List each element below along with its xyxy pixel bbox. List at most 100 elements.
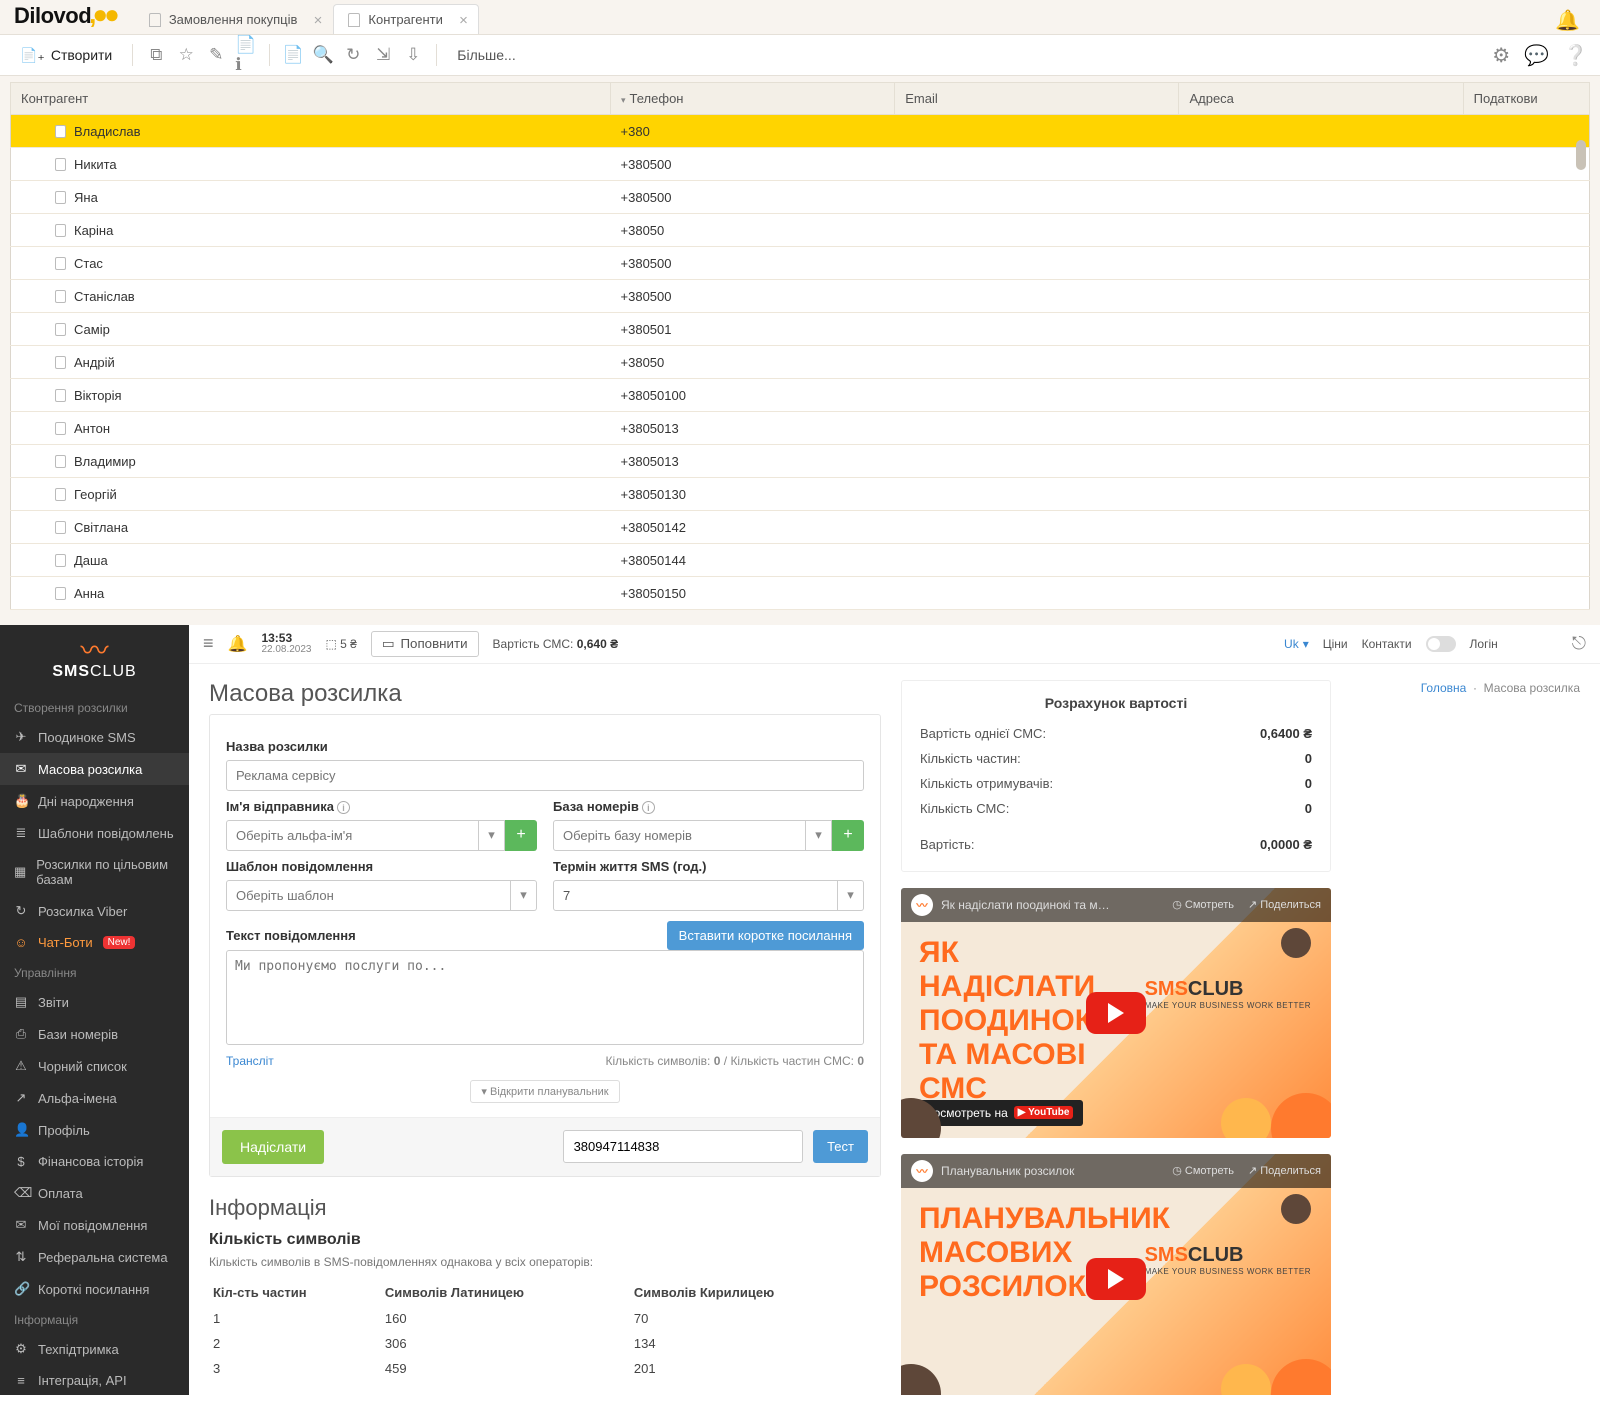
topup-button[interactable]: ▭Поповнити xyxy=(371,631,479,657)
sender-select[interactable]: ▾ + xyxy=(226,820,537,851)
col-address[interactable]: Адреса xyxy=(1179,83,1463,115)
lang-selector[interactable]: Uk▾ xyxy=(1284,637,1309,651)
sidebar-item[interactable]: 👤Профіль xyxy=(0,1114,189,1146)
table-row[interactable]: Самір+380501 xyxy=(11,313,1590,346)
logout-icon[interactable]: ⎋ xyxy=(1572,633,1586,654)
template-select[interactable]: ▾ xyxy=(226,880,537,911)
sidebar-item[interactable]: 🎂Дні народження xyxy=(0,785,189,817)
table-row[interactable]: Каріна+38050 xyxy=(11,214,1590,247)
template-input[interactable] xyxy=(226,880,511,911)
close-icon[interactable]: × xyxy=(314,12,323,29)
chevron-down-icon[interactable]: ▾ xyxy=(479,820,505,851)
help-icon[interactable]: ❔ xyxy=(1563,43,1588,68)
col-tax[interactable]: Податкови xyxy=(1463,83,1589,115)
sidebar-item[interactable]: $Фінансова історія xyxy=(0,1146,189,1177)
chevron-down-icon[interactable]: ▾ xyxy=(806,820,832,851)
table-row[interactable]: Андрій+38050 xyxy=(11,346,1590,379)
ttl-input[interactable] xyxy=(553,880,838,911)
insert-short-link-button[interactable]: Вставити коротке посилання xyxy=(667,921,864,950)
table-row[interactable]: Никита+380500 xyxy=(11,148,1590,181)
ttl-select[interactable]: ▾ xyxy=(553,880,864,911)
base-input[interactable] xyxy=(553,820,806,851)
edit-icon[interactable]: ✎ xyxy=(205,44,227,66)
prices-link[interactable]: Ціни xyxy=(1323,637,1348,651)
doc-search-icon[interactable]: 📄 xyxy=(282,44,304,66)
table-row[interactable]: Анна+38050150 xyxy=(11,577,1590,610)
export-icon[interactable]: ⇲ xyxy=(372,44,394,66)
sidebar-item[interactable]: ⚠Чорний список xyxy=(0,1050,189,1082)
table-row[interactable]: Владимир+3805013 xyxy=(11,445,1590,478)
share-icon[interactable]: ↗ Поделиться xyxy=(1248,1164,1321,1177)
bell-icon[interactable]: 🔔 xyxy=(228,634,248,654)
col-email[interactable]: Email xyxy=(895,83,1179,115)
settings-doc-icon[interactable]: 📄ℹ xyxy=(235,44,257,66)
vertical-scrollbar[interactable] xyxy=(1576,140,1586,170)
sender-input[interactable] xyxy=(226,820,479,851)
table-row[interactable]: Яна+380500 xyxy=(11,181,1590,214)
copy-icon[interactable]: ⧉ xyxy=(145,44,167,66)
more-button[interactable]: Більше... xyxy=(457,47,515,63)
send-button[interactable]: Надіслати xyxy=(222,1130,324,1164)
close-icon[interactable]: × xyxy=(459,12,468,29)
table-row[interactable]: Стас+380500 xyxy=(11,247,1590,280)
sidebar-item[interactable]: ⚙Техпідтримка xyxy=(0,1333,189,1365)
sidebar-item[interactable]: ⇅Реферальна система xyxy=(0,1241,189,1273)
sidebar-item[interactable]: ▦Розсилки по цільовим базам xyxy=(0,849,189,895)
sidebar-item[interactable]: ▤Звіти xyxy=(0,986,189,1018)
sidebar-item[interactable]: ≣Шаблони повідомлень xyxy=(0,817,189,849)
sidebar-item[interactable]: ↻Розсилка Viber xyxy=(0,895,189,927)
play-icon[interactable] xyxy=(1086,1258,1146,1300)
contractors-table[interactable]: Контрагент Телефон Email Адреса Податков… xyxy=(10,82,1590,610)
search-icon[interactable]: 🔍 xyxy=(312,44,334,66)
download-icon[interactable]: ⇩ xyxy=(402,44,424,66)
bell-icon[interactable]: 🔔 xyxy=(1555,8,1580,33)
video-tutorial-2[interactable]: 〰 Планувальник розсилок ◷ Смотреть ↗ Под… xyxy=(901,1154,1331,1395)
sidebar-item[interactable]: ✈Поодиноке SMS xyxy=(0,721,189,753)
table-row[interactable]: Антон+3805013 xyxy=(11,412,1590,445)
mailing-name-input[interactable] xyxy=(226,760,864,791)
sidebar-item[interactable]: ✉Масова розсилка xyxy=(0,753,189,785)
sliders-icon[interactable]: ⚙ xyxy=(1492,43,1510,68)
test-number-input[interactable] xyxy=(563,1130,804,1163)
base-select[interactable]: ▾ + xyxy=(553,820,864,851)
login-link[interactable]: Логін xyxy=(1470,637,1498,651)
sidebar-item[interactable]: ☺Чат-БотиNew! xyxy=(0,927,189,958)
sidebar-item[interactable]: ≡Інтеграція, API xyxy=(0,1365,189,1395)
table-row[interactable]: Вікторія+38050100 xyxy=(11,379,1590,412)
sidebar-item[interactable]: ✉Мої повідомлення xyxy=(0,1209,189,1241)
chat-icon[interactable]: 💬 xyxy=(1524,43,1549,68)
col-name[interactable]: Контрагент xyxy=(11,83,611,115)
breadcrumb-home[interactable]: Головна xyxy=(1421,681,1467,695)
add-base-button[interactable]: + xyxy=(832,820,864,851)
sidebar-item[interactable]: ⎙Бази номерів xyxy=(0,1018,189,1050)
contacts-link[interactable]: Контакти xyxy=(1362,637,1412,651)
table-row[interactable]: Владислав+380 xyxy=(11,115,1590,148)
info-icon[interactable]: i xyxy=(642,801,655,814)
table-row[interactable]: Станіслав+380500 xyxy=(11,280,1590,313)
translit-link[interactable]: Трансліт xyxy=(226,1054,274,1068)
share-icon[interactable]: ↗ Поделиться xyxy=(1248,898,1321,911)
chevron-down-icon[interactable]: ▾ xyxy=(838,880,864,911)
info-icon[interactable]: i xyxy=(337,801,350,814)
watch-later-icon[interactable]: ◷ Смотреть xyxy=(1172,1164,1234,1177)
sidebar-item[interactable]: 🔗Короткі посилання xyxy=(0,1273,189,1305)
sidebar-item[interactable]: ↗Альфа-імена xyxy=(0,1082,189,1114)
table-row[interactable]: Даша+38050144 xyxy=(11,544,1590,577)
sidebar-item[interactable]: ⌫Оплата xyxy=(0,1177,189,1209)
col-phone[interactable]: Телефон xyxy=(611,83,895,115)
chevron-down-icon[interactable]: ▾ xyxy=(511,880,537,911)
table-row[interactable]: Світлана+38050142 xyxy=(11,511,1590,544)
refresh-icon[interactable]: ↻ xyxy=(342,44,364,66)
table-row[interactable]: Георгій+38050130 xyxy=(11,478,1590,511)
menu-icon[interactable]: ≡ xyxy=(203,633,214,654)
play-icon[interactable] xyxy=(1086,992,1146,1034)
message-textarea[interactable] xyxy=(226,950,864,1045)
tab-orders[interactable]: Замовлення покупців × xyxy=(134,4,334,34)
test-button[interactable]: Тест xyxy=(813,1130,868,1163)
open-planner-button[interactable]: ▾ Відкрити планувальник xyxy=(470,1080,619,1103)
add-sender-button[interactable]: + xyxy=(505,820,537,851)
create-button[interactable]: 📄₊ Створити xyxy=(12,43,120,68)
theme-toggle[interactable] xyxy=(1426,636,1456,652)
star-icon[interactable]: ☆ xyxy=(175,44,197,66)
tab-contractors[interactable]: Контрагенти × xyxy=(333,4,478,34)
